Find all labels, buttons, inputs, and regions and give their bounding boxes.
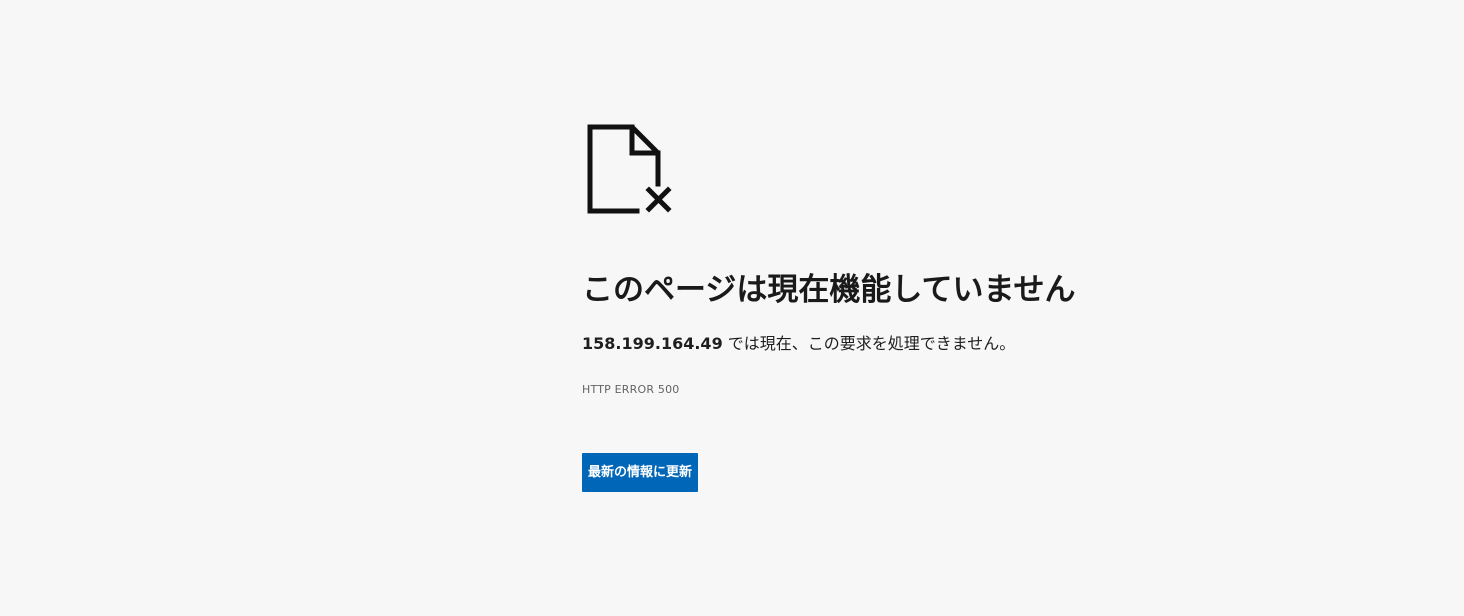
error-message: 158.199.164.49 では現在、この要求を処理できません。 [582,333,1282,355]
file-error-icon [587,124,672,214]
reload-button[interactable]: 最新の情報に更新 [582,453,699,492]
host-address: 158.199.164.49 [582,334,723,353]
error-content: このページは現在機能していません 158.199.164.49 では現在、この要… [582,122,1282,492]
page-title: このページは現在機能していません [582,272,1076,308]
error-code: HTTP ERROR 500 [582,383,680,396]
error-page: このページは現在機能していません 158.199.164.49 では現在、この要… [0,0,1464,616]
error-message-text: では現在、この要求を処理できません。 [722,334,1016,353]
